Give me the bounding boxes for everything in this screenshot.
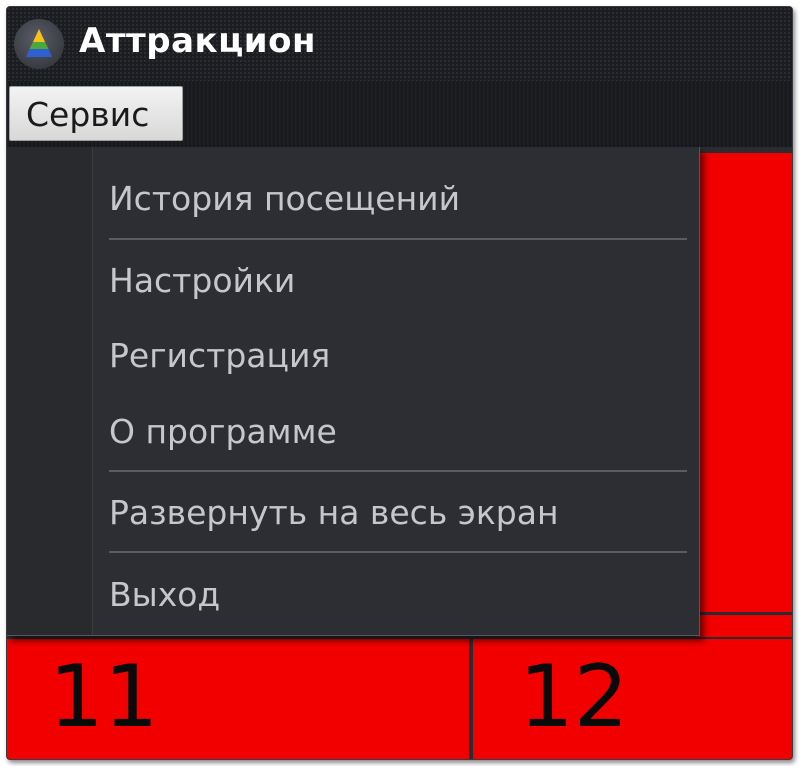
tile-top-right[interactable] (696, 615, 792, 637)
tile-number: 11 (49, 647, 159, 747)
service-dropdown-menu: История посещений Настройки Регистрация … (7, 147, 700, 636)
menu-item-registration[interactable]: Регистрация (109, 326, 689, 386)
tile-12[interactable]: 12 (473, 639, 792, 759)
menu-separator (109, 551, 687, 553)
menu-separator (109, 470, 687, 472)
window-title: Аттракцион (79, 21, 316, 61)
tile-11[interactable]: 11 (7, 639, 469, 759)
menu-separator (109, 238, 687, 240)
menu-icon-gutter (7, 147, 93, 635)
menu-item-settings[interactable]: Настройки (109, 251, 689, 311)
title-bar: Аттракцион (7, 7, 792, 81)
menu-item-about[interactable]: О программе (109, 402, 689, 462)
menu-item-exit[interactable]: Выход (109, 565, 689, 625)
app-window: Аттракцион Сервис 11 12 История посещени… (6, 6, 793, 760)
menu-bar: Сервис (7, 81, 792, 147)
menu-item-history[interactable]: История посещений (109, 169, 689, 229)
pyramid-app-icon (14, 19, 64, 69)
tile-number: 12 (519, 647, 629, 747)
menu-item-fullscreen[interactable]: Развернуть на весь экран (109, 483, 689, 543)
tile-top[interactable] (696, 153, 792, 612)
service-menu-button[interactable]: Сервис (9, 86, 183, 141)
